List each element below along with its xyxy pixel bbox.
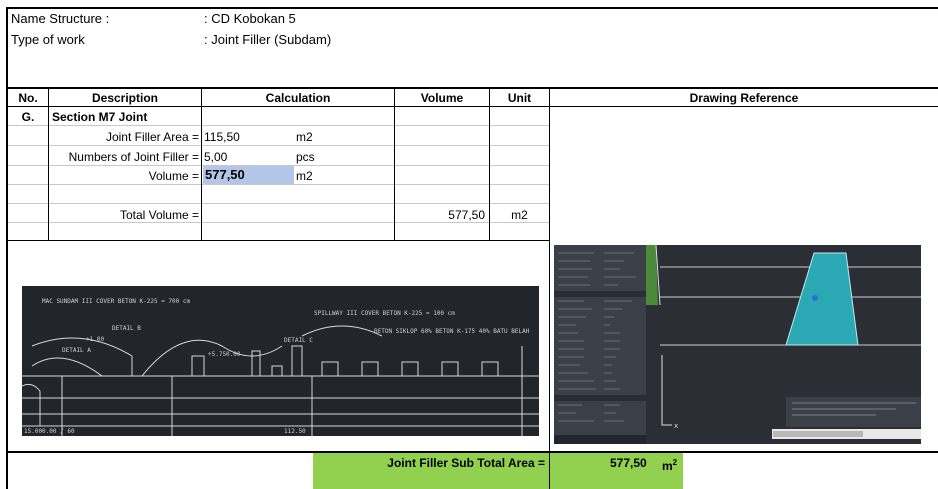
header-description: Description [91, 91, 158, 105]
summary-unit: m2 [662, 456, 677, 473]
header-drawing-reference: Drawing Reference [689, 91, 799, 105]
row-line [8, 165, 549, 166]
cad-properties-lines [554, 252, 646, 444]
drawing-detail-a: DETAIL A [62, 347, 91, 354]
header-border-bottom [6, 106, 938, 107]
cad-viewport: x [646, 245, 921, 439]
col-line-unit [549, 88, 550, 489]
summary-label: Joint Filler Sub Total Area = [387, 456, 545, 470]
total-volume-label: Total Volume = [119, 208, 199, 222]
header-volume: Volume [420, 91, 464, 105]
header-border-top [6, 87, 938, 89]
drawing-detail-c: DETAIL C [284, 337, 313, 344]
drawing-label-mid: SPILLWAY III COVER BETON K-225 = 100 cm [314, 310, 455, 317]
drawing-bottom-left: 15.000.00 / 60 [24, 428, 75, 435]
row-line [8, 145, 549, 146]
volume-label: Volume = [148, 169, 199, 183]
cross-section-drawing: MAC SUNDAM III COVER BETON K-225 = 700 c… [22, 286, 539, 436]
header-calculation: Calculation [265, 91, 331, 105]
volume-unit: m2 [296, 169, 313, 183]
row-line [8, 203, 549, 204]
outer-border-left [6, 7, 8, 489]
drawing-bottom-mid: 112.50 [284, 428, 306, 435]
volume-value[interactable]: 577,50 [205, 168, 245, 182]
numbers-of-joint-filler-value[interactable]: 5,00 [204, 150, 227, 164]
row-line [8, 125, 549, 126]
section-title: Section M7 Joint [52, 110, 148, 124]
cross-section-svg: MAC SUNDAM III COVER BETON K-225 = 700 c… [22, 298, 539, 436]
type-of-work-label: Type of work [11, 32, 85, 47]
row-line [8, 184, 549, 185]
section-number: G. [21, 110, 35, 124]
summary-value[interactable]: 577,50 [610, 456, 647, 470]
svg-text:x: x [674, 422, 678, 430]
drawing-label-right: BETON SIKLOP 60% BETON K-175 40% BATU BE… [374, 328, 530, 335]
table-bottom-border [8, 240, 549, 241]
cad-properties-panel [554, 245, 646, 444]
type-of-work-value: : Joint Filler (Subdam) [204, 32, 332, 47]
col-line-desc [201, 88, 202, 240]
total-volume-unit: m2 [511, 208, 528, 222]
drawing-label-top: MAC SUNDAM III COVER BETON K-225 = 700 c… [42, 298, 190, 305]
numbers-of-joint-filler-label: Numbers of Joint Filler = [68, 150, 199, 164]
total-volume-value[interactable]: 577,50 [395, 208, 485, 222]
cad-screenshot: x [554, 245, 921, 444]
joint-filler-area-unit: m2 [296, 130, 313, 144]
joint-filler-area-value[interactable]: 115,50 [204, 130, 240, 144]
name-structure-label: Name Structure : [11, 11, 110, 26]
summary-unit-sup: 2 [672, 458, 678, 467]
drawing-dim-2: +5.750.00 [208, 351, 241, 358]
outer-border-top [6, 7, 938, 9]
name-structure-value: : CD Kobokan 5 [204, 11, 296, 26]
header-unit: Unit [507, 91, 532, 105]
summary-unit-base: m [662, 459, 673, 473]
header-no: No. [18, 91, 38, 105]
drawing-detail-b: DETAIL B [112, 325, 141, 332]
drawing-dim-1: +1.00 [86, 336, 104, 343]
joint-filler-area-label: Joint Filler Area = [105, 130, 199, 144]
row-line [8, 222, 549, 223]
numbers-of-joint-filler-unit: pcs [296, 150, 315, 164]
